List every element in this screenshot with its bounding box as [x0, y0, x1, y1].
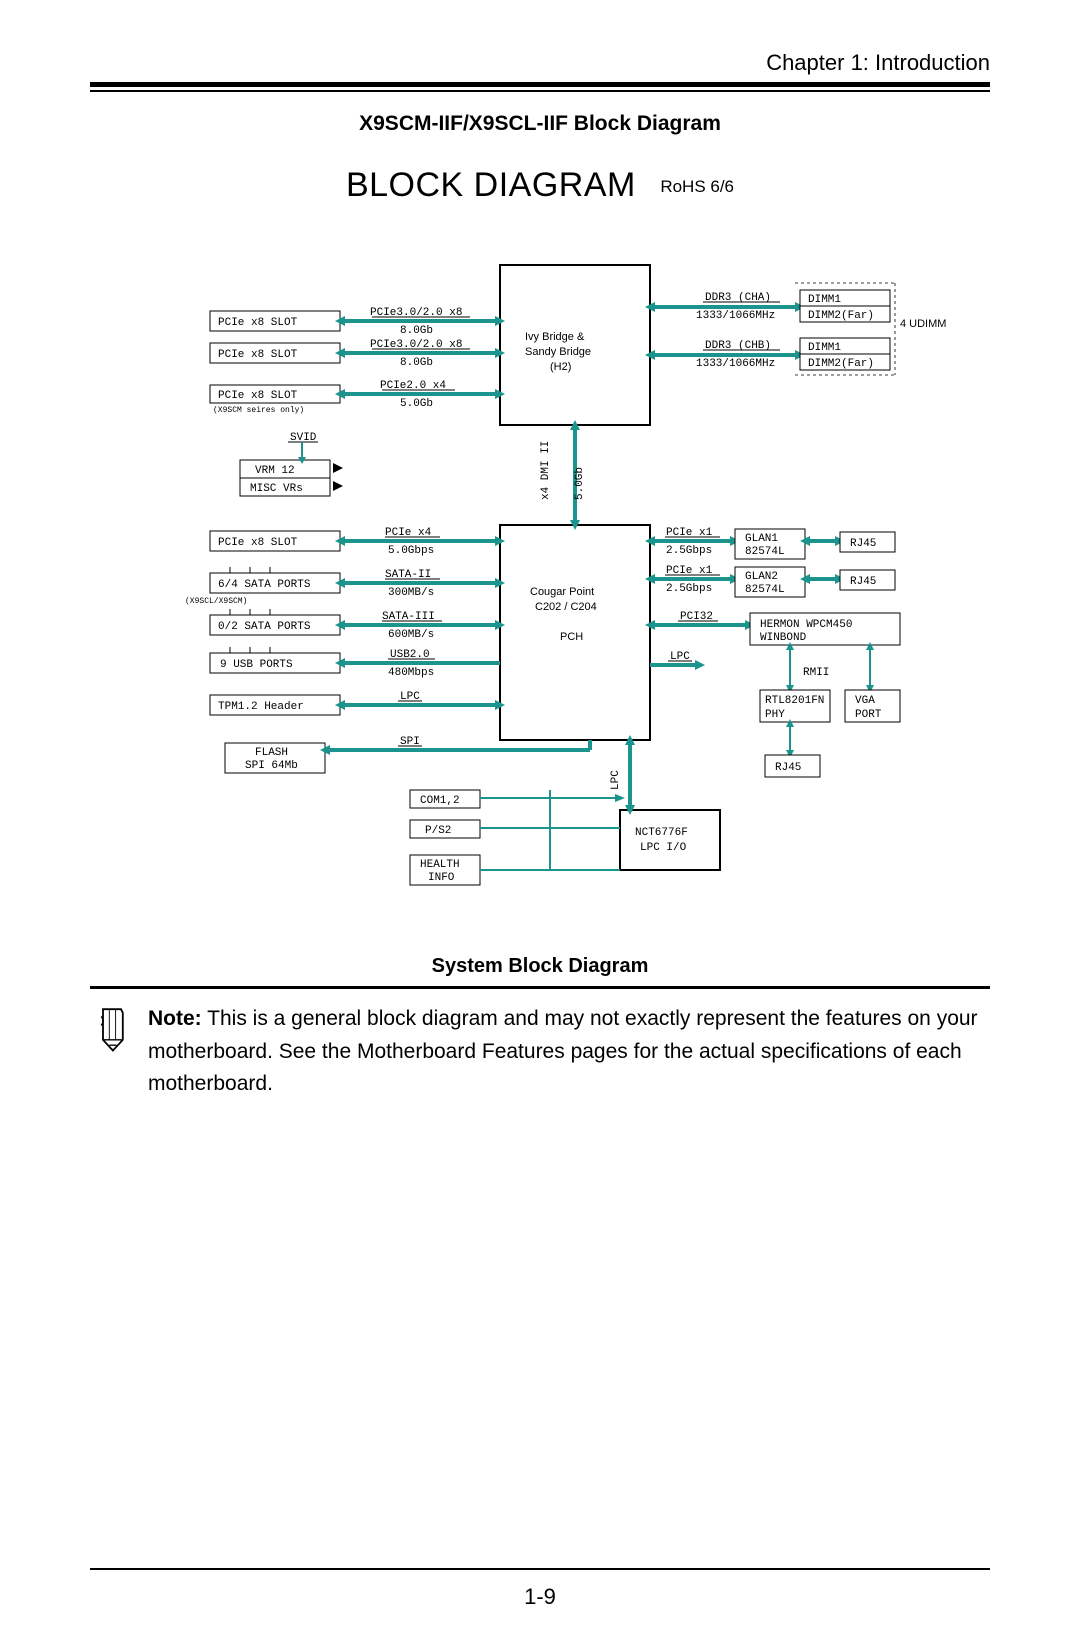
svg-text:DIMM2(Far): DIMM2(Far): [808, 358, 874, 370]
svg-text:0/2 SATA PORTS: 0/2 SATA PORTS: [218, 621, 311, 633]
svg-text:5.0Gbps: 5.0Gbps: [388, 545, 434, 557]
svg-text:WINBOND: WINBOND: [760, 632, 807, 644]
svg-text:1333/1066MHz: 1333/1066MHz: [696, 310, 775, 322]
svg-text:RTL8201FN: RTL8201FN: [765, 695, 824, 707]
rohs-label: RoHS 6/6: [660, 177, 734, 197]
svg-text:SPI 64Mb: SPI 64Mb: [245, 760, 298, 772]
svg-text:C202 / C204: C202 / C204: [535, 601, 597, 613]
svg-text:5.0Gb: 5.0Gb: [400, 398, 433, 410]
svg-text:PCIe x8 SLOT: PCIe x8 SLOT: [218, 390, 298, 402]
svg-text:PCIe x8 SLOT: PCIe x8 SLOT: [218, 317, 298, 329]
svg-text:5.0Gb: 5.0Gb: [574, 467, 586, 500]
page: Chapter 1: Introduction X9SCM-IIF/X9SCL-…: [0, 0, 1080, 1650]
svg-text:Cougar Point: Cougar Point: [530, 586, 594, 598]
svg-text:INFO: INFO: [428, 872, 455, 884]
svg-text:COM1,2: COM1,2: [420, 795, 460, 807]
svg-text:PCIe x8 SLOT: PCIe x8 SLOT: [218, 537, 298, 549]
block-diagram-heading: BLOCK DIAGRAM: [346, 166, 636, 204]
svg-text:LPC I/O: LPC I/O: [640, 842, 687, 854]
svg-text:RJ45: RJ45: [850, 538, 876, 550]
svg-text:HEALTH: HEALTH: [420, 859, 460, 871]
svg-text:GLAN1: GLAN1: [745, 533, 778, 545]
svg-text:PORT: PORT: [855, 709, 882, 721]
header-rule: [90, 82, 990, 92]
svg-text:NCT6776F: NCT6776F: [635, 827, 688, 839]
svg-text:Sandy Bridge: Sandy Bridge: [525, 346, 591, 358]
svg-text:Ivy Bridge &: Ivy Bridge &: [525, 331, 585, 343]
svg-text:PHY: PHY: [765, 709, 785, 721]
svg-text:300MB/s: 300MB/s: [388, 587, 434, 599]
svg-text:DIMM1: DIMM1: [808, 342, 841, 354]
svg-text:PCH: PCH: [560, 631, 583, 643]
svg-text:TPM1.2 Header: TPM1.2 Header: [218, 701, 304, 713]
note-label: Note:: [148, 1007, 202, 1030]
svg-text:RMII: RMII: [803, 667, 829, 679]
svg-text:480Mbps: 480Mbps: [388, 667, 434, 679]
system-title-rule: [90, 986, 990, 989]
footer-rule: [90, 1568, 990, 1570]
svg-text:(H2): (H2): [550, 361, 571, 373]
svg-text:DIMM1: DIMM1: [808, 294, 841, 306]
svg-text:2.5Gbps: 2.5Gbps: [666, 583, 712, 595]
svg-text:GLAN2: GLAN2: [745, 571, 778, 583]
svg-text:LPC: LPC: [610, 770, 622, 790]
svg-text:(X9SCM seires only): (X9SCM seires only): [213, 406, 304, 415]
svg-text:VGA: VGA: [855, 695, 875, 707]
note-body: This is a general block diagram and may …: [148, 1007, 978, 1095]
block-diagram-heading-row: BLOCK DIAGRAM RoHS 6/6: [90, 166, 990, 205]
note-text: Note: This is a general block diagram an…: [148, 1003, 986, 1101]
system-block-diagram-title: System Block Diagram: [90, 955, 990, 978]
svg-text:6/4 SATA PORTS: 6/4 SATA PORTS: [218, 579, 311, 591]
svg-text:4 UDIMM: 4 UDIMM: [900, 318, 946, 330]
block-diagram-svg: Ivy Bridge & Sandy Bridge (H2) Cougar Po…: [130, 235, 950, 915]
page-number: 1-9: [0, 1584, 1080, 1610]
svg-text:DIMM2(Far): DIMM2(Far): [808, 310, 874, 322]
svg-text:(X9SCL/X9SCM): (X9SCL/X9SCM): [185, 597, 247, 606]
svg-text:8.0Gb: 8.0Gb: [400, 357, 433, 369]
diagram-title: X9SCM-IIF/X9SCL-IIF Block Diagram: [90, 112, 990, 136]
note-row: Note: This is a general block diagram an…: [90, 1003, 990, 1101]
svg-text:HERMON WPCM450: HERMON WPCM450: [760, 619, 852, 631]
svg-text:9 USB PORTS: 9 USB PORTS: [220, 659, 293, 671]
svg-text:VRM 12: VRM 12: [255, 465, 295, 477]
svg-text:8.0Gb: 8.0Gb: [400, 325, 433, 337]
svg-text:2.5Gbps: 2.5Gbps: [666, 545, 712, 557]
svg-text:FLASH: FLASH: [255, 747, 288, 759]
svg-text:PCIe x8 SLOT: PCIe x8 SLOT: [218, 349, 298, 361]
svg-text:82574L: 82574L: [745, 546, 785, 558]
svg-text:RJ45: RJ45: [850, 576, 876, 588]
svg-text:MISC VRs: MISC VRs: [250, 483, 303, 495]
pencil-icon: [94, 1005, 130, 1053]
svg-text:82574L: 82574L: [745, 584, 785, 596]
block-diagram: Ivy Bridge & Sandy Bridge (H2) Cougar Po…: [90, 235, 990, 915]
svg-text:P/S2: P/S2: [425, 825, 451, 837]
svg-text:RJ45: RJ45: [775, 762, 801, 774]
chapter-header: Chapter 1: Introduction: [90, 50, 990, 76]
svg-text:1333/1066MHz: 1333/1066MHz: [696, 358, 775, 370]
svg-text:600MB/s: 600MB/s: [388, 629, 434, 641]
svg-text:x4 DMI II: x4 DMI II: [540, 441, 552, 500]
